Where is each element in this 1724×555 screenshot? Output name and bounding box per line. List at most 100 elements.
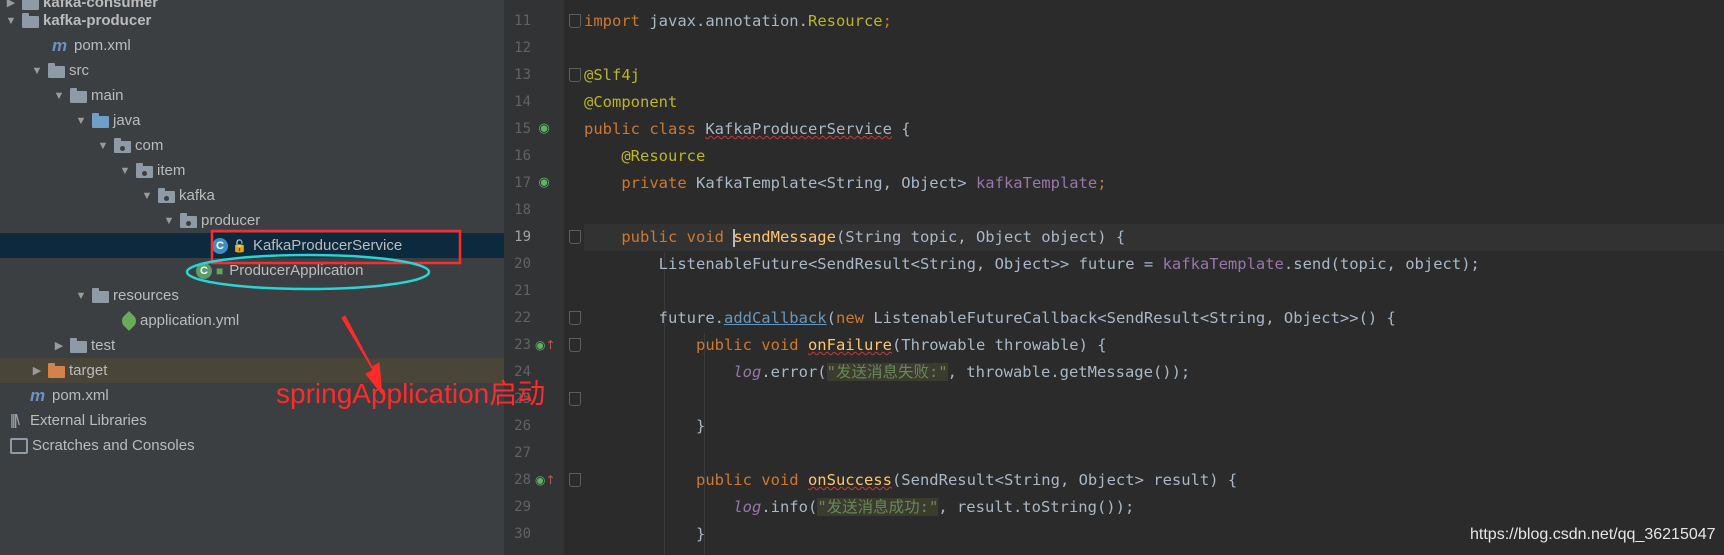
module-folder-icon — [22, 13, 39, 28]
fold-marker-icon[interactable] — [569, 338, 581, 352]
project-tree-panel: ▶ kafka-consumer ▼ kafka-producer m pom.… — [0, 0, 504, 555]
line-number: 16 — [514, 148, 531, 164]
fold-marker-icon[interactable] — [569, 311, 581, 325]
line-number: 30 — [514, 526, 531, 542]
maven-icon: m — [30, 385, 46, 405]
package-icon — [136, 163, 153, 178]
spring-boot-class-icon: C — [196, 262, 212, 279]
chevron-down-icon[interactable]: ▼ — [140, 190, 154, 202]
package-icon — [158, 188, 175, 203]
tree-item-pom-xml[interactable]: m pom.xml — [0, 33, 504, 58]
chevron-down-icon[interactable]: ▼ — [52, 90, 66, 102]
resources-folder-icon — [92, 288, 109, 303]
tree-item-kafka[interactable]: ▼ kafka — [0, 183, 504, 208]
code-line-18[interactable] — [584, 197, 1724, 224]
line-number: 24 — [514, 364, 531, 380]
tree-item-main[interactable]: ▼ main — [0, 83, 504, 108]
excluded-folder-icon — [48, 363, 65, 378]
chevron-right-icon[interactable]: ▶ — [30, 364, 44, 377]
code-line-21[interactable] — [584, 278, 1724, 305]
chevron-down-icon[interactable]: ▼ — [118, 165, 132, 177]
spring-bean-gutter-icon[interactable]: ◉ — [535, 120, 553, 138]
fold-marker-icon[interactable] — [569, 14, 581, 28]
folder-icon — [70, 338, 87, 353]
code-line-25[interactable] — [584, 386, 1724, 413]
line-number: 14 — [514, 94, 531, 110]
tree-item-producer[interactable]: ▼ producer — [0, 208, 504, 233]
code-line-26[interactable]: } — [584, 413, 1724, 440]
code-line-17[interactable]: private KafkaTemplate<String, Object> ka… — [584, 170, 1724, 197]
chevron-down-icon[interactable]: ▼ — [74, 290, 88, 302]
line-number-current: 19 — [514, 229, 531, 245]
chevron-down-icon[interactable]: ▼ — [162, 215, 176, 227]
tree-item-application-yml[interactable]: application.yml — [0, 308, 504, 333]
lock-icon: ■ — [216, 263, 224, 278]
tree-item-producerapplication[interactable]: C ■ ProducerApplication — [0, 258, 504, 283]
line-number: 23 — [514, 337, 531, 353]
line-number: 26 — [514, 418, 531, 434]
code-line-30[interactable]: } — [584, 521, 1724, 548]
code-line-27[interactable] — [584, 440, 1724, 467]
folder-icon — [48, 63, 65, 78]
libraries-icon: |||\ — [10, 412, 20, 429]
tree-item-kafka-producer[interactable]: ▼ kafka-producer — [0, 8, 504, 33]
tree-item-src[interactable]: ▼ src — [0, 58, 504, 83]
code-line-13[interactable]: @Slf4j — [584, 62, 1724, 89]
implements-method-gutter-icon[interactable]: ◉↑ — [535, 471, 556, 489]
fold-marker-icon[interactable] — [569, 473, 581, 487]
tree-item-kafkaproducerservice[interactable]: C 🔓 KafkaProducerService — [0, 233, 504, 258]
line-number: 13 — [514, 67, 531, 83]
tree-item-root-pom-xml[interactable]: m pom.xml — [0, 383, 504, 408]
lock-icon: 🔓 — [232, 238, 247, 253]
tree-item-item[interactable]: ▼ item — [0, 158, 504, 183]
fold-marker-icon[interactable] — [569, 392, 581, 406]
code-line-29[interactable]: log.info("发送消息成功:", result.toString()); — [584, 494, 1724, 521]
tree-item-test[interactable]: ▶ test — [0, 333, 504, 358]
scratches-icon — [10, 437, 28, 454]
tree-item-resources[interactable]: ▼ resources — [0, 283, 504, 308]
line-number: 22 — [514, 310, 531, 326]
line-number: 12 — [514, 40, 531, 56]
code-line-16[interactable]: @Resource — [584, 143, 1724, 170]
spring-bean-gutter-icon[interactable]: ◉ — [535, 174, 553, 192]
spring-yml-icon — [119, 310, 139, 331]
line-number: 11 — [514, 13, 531, 29]
package-icon — [180, 213, 197, 228]
maven-icon: m — [52, 35, 68, 55]
tree-item-external-libraries[interactable]: |||\ External Libraries — [0, 408, 504, 433]
line-number: 28 — [514, 472, 531, 488]
package-icon — [114, 138, 131, 153]
code-line-15[interactable]: public class KafkaProducerService { — [584, 116, 1724, 143]
line-number: 18 — [514, 202, 531, 218]
code-line-14[interactable]: @Component — [584, 89, 1724, 116]
code-line-19[interactable]: public void sendMessage(String topic, Ob… — [584, 224, 1724, 251]
tree-item-java[interactable]: ▼ java — [0, 108, 504, 133]
line-number: 27 — [514, 445, 531, 461]
line-number: 21 — [514, 283, 531, 299]
code-editor[interactable]: import javax.annotation.Resource; @Slf4j… — [584, 0, 1724, 555]
line-number: 20 — [514, 256, 531, 272]
code-line-11[interactable]: import javax.annotation.Resource; — [584, 8, 1724, 35]
tree-item-scratches-and-consoles[interactable]: Scratches and Consoles — [0, 433, 504, 458]
code-line-22[interactable]: future.addCallback(new ListenableFutureC… — [584, 305, 1724, 332]
code-line-23[interactable]: public void onFailure(Throwable throwabl… — [584, 332, 1724, 359]
tree-item-com[interactable]: ▼ com — [0, 133, 504, 158]
fold-marker-icon[interactable] — [569, 68, 581, 82]
code-line-12[interactable] — [584, 35, 1724, 62]
line-number: 25 — [514, 391, 531, 407]
chevron-down-icon[interactable]: ▼ — [30, 65, 44, 77]
code-line-24[interactable]: log.error("发送消息失败:", throwable.getMessag… — [584, 359, 1724, 386]
folder-icon — [70, 88, 87, 103]
line-number: 29 — [514, 499, 531, 515]
chevron-down-icon[interactable]: ▼ — [74, 115, 88, 127]
chevron-down-icon[interactable]: ▼ — [4, 15, 18, 27]
chevron-down-icon[interactable]: ▼ — [96, 140, 110, 152]
code-line-28[interactable]: public void onSuccess(SendResult<String,… — [584, 467, 1724, 494]
line-number: 15 — [514, 121, 531, 137]
chevron-right-icon[interactable]: ▶ — [52, 339, 66, 352]
code-line-20[interactable]: ListenableFuture<SendResult<String, Obje… — [584, 251, 1724, 278]
tree-item-target[interactable]: ▶ target — [0, 358, 504, 383]
line-number: 17 — [514, 175, 531, 191]
implements-method-gutter-icon[interactable]: ◉↑ — [535, 336, 556, 354]
fold-marker-icon[interactable] — [569, 230, 581, 244]
